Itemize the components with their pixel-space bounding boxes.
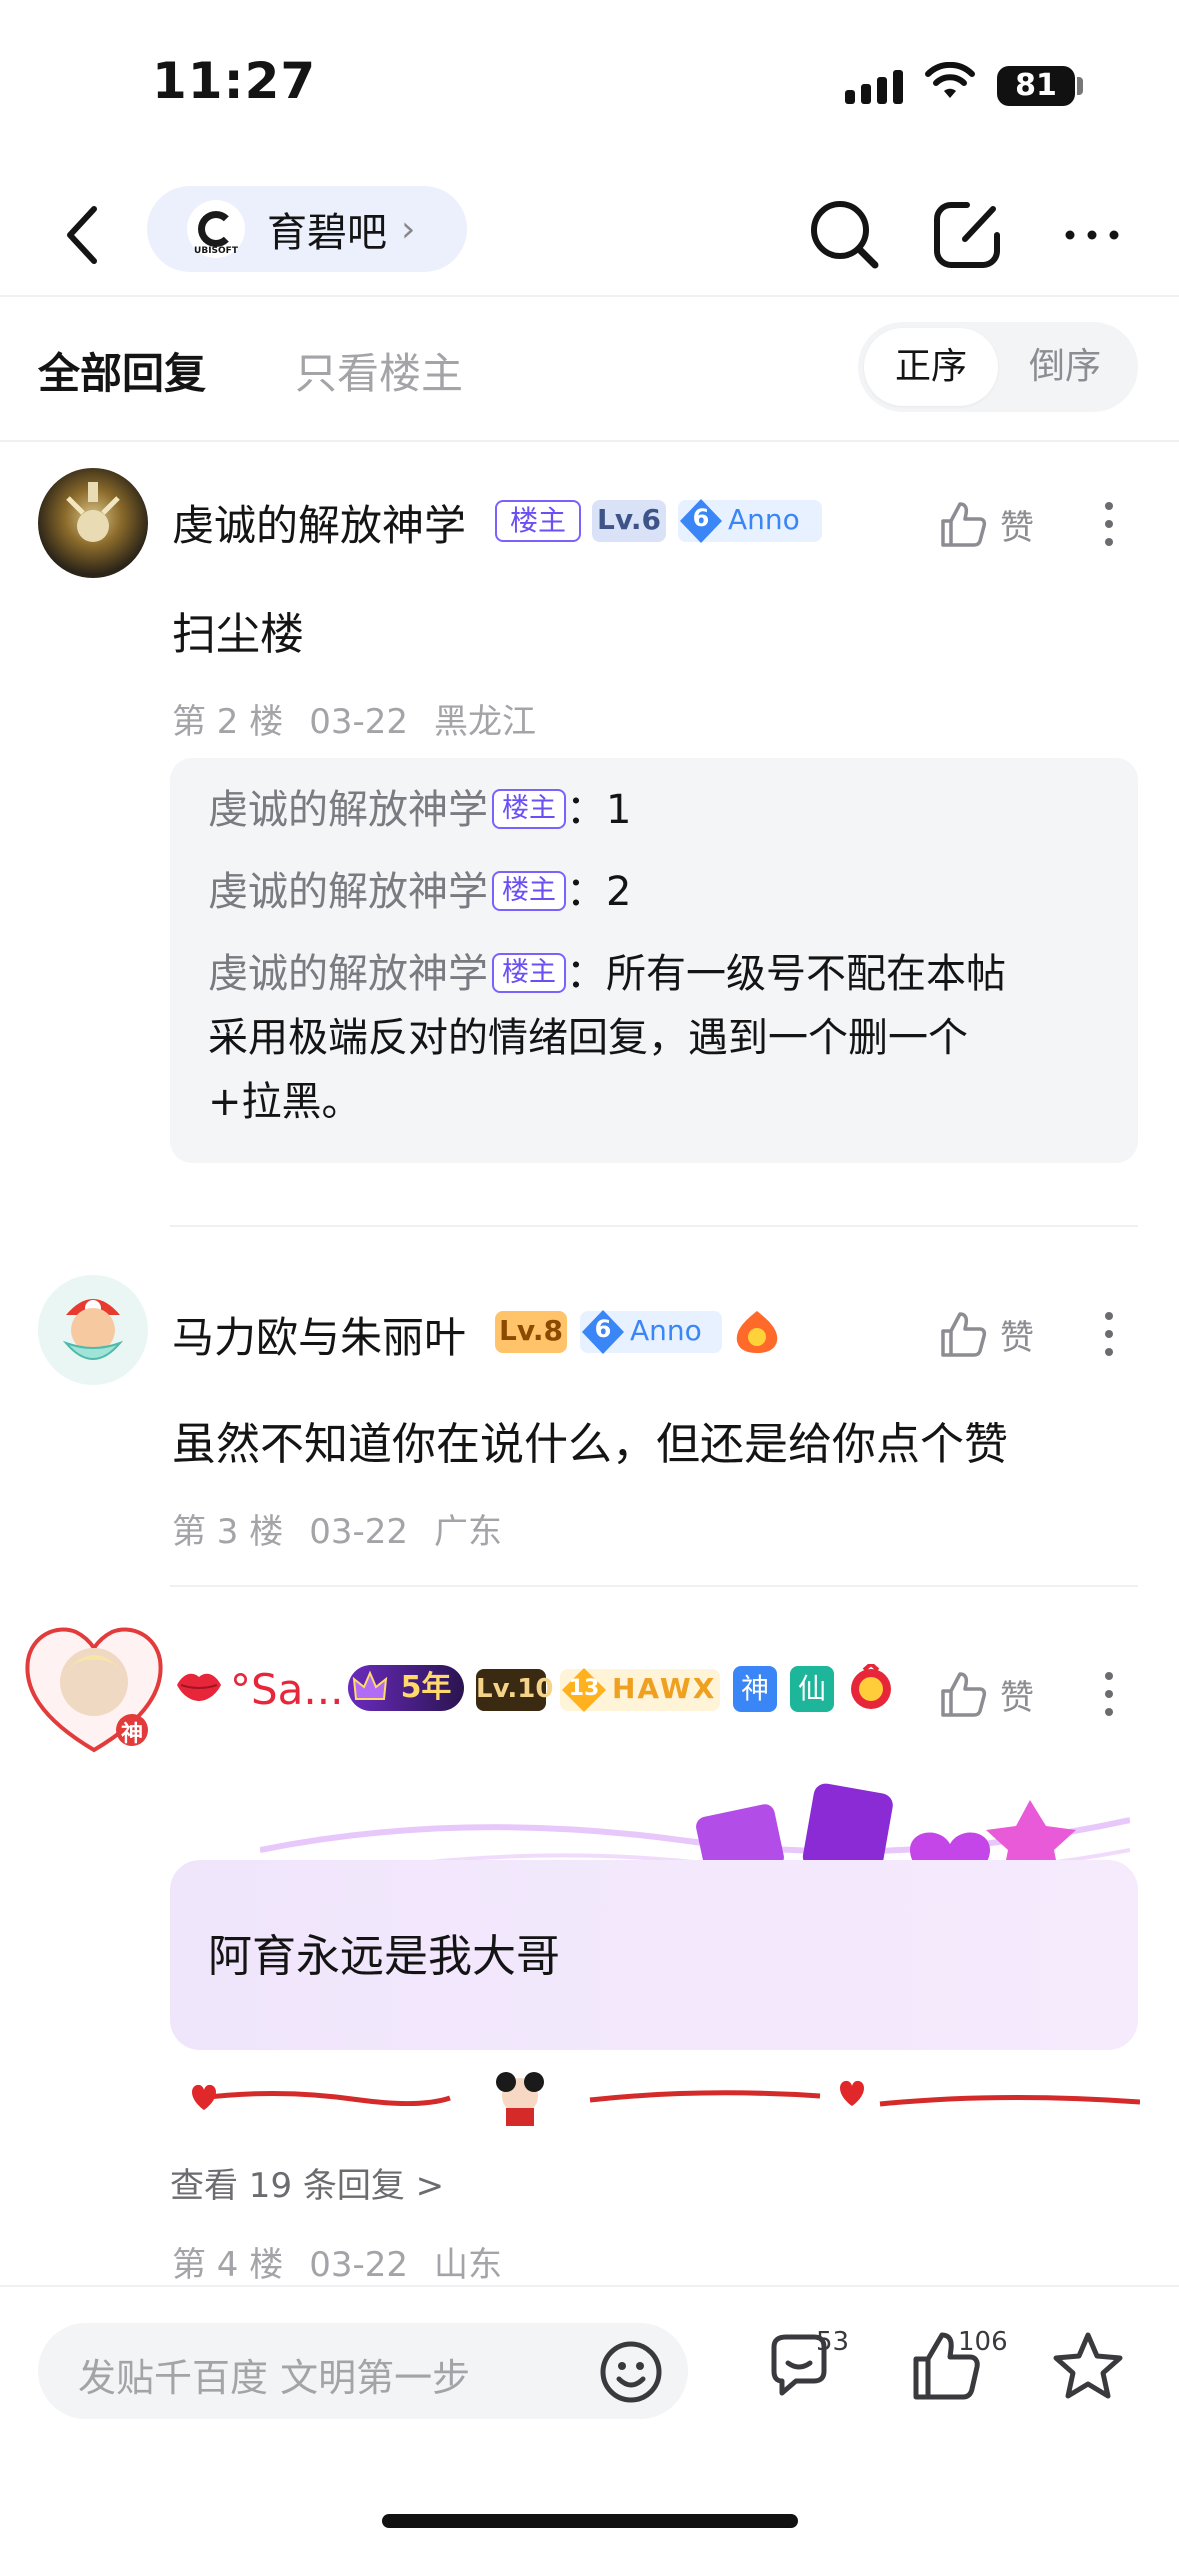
floor-number: 第 3 楼 xyxy=(172,1512,284,1552)
chevron-left-icon xyxy=(67,206,97,264)
forum-chip[interactable]: UBISOFT 育碧吧 › xyxy=(147,186,467,272)
thumbs-up-icon xyxy=(941,1672,987,1717)
post-divider xyxy=(170,1225,1138,1227)
comment-input-placeholder: 发贴千百度 文明第一步 xyxy=(78,2356,471,2400)
like-button[interactable]: 赞 xyxy=(938,1304,1058,1364)
username[interactable]: 马力欧与朱丽叶 xyxy=(172,1304,466,1365)
ubisoft-logo: UBISOFT xyxy=(187,200,245,258)
more-horizontal-icon xyxy=(1065,230,1119,240)
like-button[interactable]: 赞 xyxy=(938,1664,1058,1724)
post-more-button[interactable] xyxy=(1094,494,1124,554)
lucky-badge-icon xyxy=(851,1664,891,1709)
tabs-divider xyxy=(0,440,1179,442)
game-badge: 13 HAWX xyxy=(560,1668,720,1712)
post-date: 03-22 xyxy=(309,1512,409,1552)
host-badge: 楼主 xyxy=(492,871,566,911)
thumbs-up-icon xyxy=(941,502,987,547)
status-time: 11:27 xyxy=(152,52,317,110)
post-more-button[interactable] xyxy=(1094,1664,1124,1724)
avatar[interactable] xyxy=(38,1275,148,1385)
reply-tabs: 全部回复 只看楼主 正序 倒序 xyxy=(0,300,1179,440)
host-badge: 楼主 xyxy=(492,789,566,829)
heart-ribbon-icon xyxy=(192,2072,1140,2126)
back-button[interactable] xyxy=(52,190,112,280)
home-indicator[interactable] xyxy=(382,2514,798,2528)
sub-reply: 虔诚的解放神学 楼主 ：所有一级号不配在本帖 xyxy=(208,951,1006,997)
sub-reply-continued: 采用极端反对的情绪回复，遇到一个删一个 xyxy=(208,1015,968,1061)
sub-reply: 虔诚的解放神学 楼主 ：2 xyxy=(208,869,632,915)
post-content: 阿育永远是我大哥 xyxy=(208,1931,560,1982)
flame-badge-icon xyxy=(736,1311,778,1353)
avatar-image xyxy=(66,482,120,542)
post-divider xyxy=(170,1585,1138,1587)
post-location: 黑龙江 xyxy=(434,702,537,742)
more-options-button[interactable] xyxy=(1052,190,1132,280)
sub-reply-continued: +拉黑。 xyxy=(208,1079,362,1125)
username[interactable]: °Sa... xyxy=(230,1665,343,1714)
title-badge-xian: 仙 xyxy=(790,1666,834,1712)
nav-divider xyxy=(0,295,1179,297)
emoji-icon[interactable] xyxy=(598,2339,664,2405)
sort-toggle: 正序 倒序 xyxy=(858,322,1138,412)
title-badge-shen: 神 xyxy=(733,1666,777,1712)
game-badge: 6 Anno xyxy=(580,1310,722,1354)
post-location: 广东 xyxy=(434,1512,503,1552)
avatar-image xyxy=(62,1299,124,1360)
crown-icon xyxy=(352,1670,388,1700)
lips-icon xyxy=(177,1673,221,1701)
wifi-icon xyxy=(925,62,975,98)
host-badge: 楼主 xyxy=(495,500,581,542)
level-badge: Lv.6 xyxy=(592,500,666,542)
edit-icon xyxy=(934,202,1000,268)
level-badge: Lv.10 xyxy=(476,1669,553,1711)
cellular-signal-icon xyxy=(845,70,903,104)
avatar[interactable] xyxy=(38,468,148,578)
tab-only-op[interactable]: 只看楼主 xyxy=(295,340,463,401)
post-meta: 第 3 楼 03-22 广东 xyxy=(172,1504,528,1553)
thumbs-up-icon xyxy=(941,1312,987,1357)
comment-count: 53 xyxy=(816,2327,850,2357)
star-icon[interactable] xyxy=(1048,2327,1128,2407)
game-badge: 6 Anno xyxy=(678,499,822,543)
post-date: 03-22 xyxy=(309,2245,409,2285)
post-date: 03-22 xyxy=(309,702,409,742)
like-button[interactable]: 赞 xyxy=(938,494,1058,554)
post-content: 扫尘楼 xyxy=(172,609,304,660)
avatar-frame[interactable]: 神 xyxy=(20,1618,168,1758)
view-replies-link[interactable]: 查看 19 条回复 > xyxy=(170,2158,444,2207)
sub-reply: 虔诚的解放神学 楼主 ：1 xyxy=(208,787,632,833)
floor-number: 第 4 楼 xyxy=(172,2245,284,2285)
post-meta: 第 2 楼 03-22 黑龙江 xyxy=(172,694,562,743)
sort-asc-button[interactable]: 正序 xyxy=(864,328,998,406)
post-content: 虽然不知道你在说什么，但还是给你点个赞 xyxy=(172,1419,1008,1470)
comment-input[interactable]: 发贴千百度 文明第一步 xyxy=(38,2323,688,2419)
post-location: 山东 xyxy=(434,2245,503,2285)
sort-desc-button[interactable]: 倒序 xyxy=(998,328,1132,406)
search-icon xyxy=(811,201,879,269)
like-count: 106 xyxy=(958,2327,1008,2357)
battery-nub xyxy=(1077,77,1083,95)
username[interactable]: 虔诚的解放神学 xyxy=(172,492,466,553)
nav-bar: UBISOFT 育碧吧 › xyxy=(0,180,1179,295)
battery-icon: 81 xyxy=(997,66,1075,106)
status-bar: 11:27 81 xyxy=(0,0,1179,150)
years-badge: 5年 xyxy=(348,1665,464,1711)
edit-post-button[interactable] xyxy=(922,190,1012,280)
sub-replies-panel[interactable]: 虔诚的解放神学 楼主 ：1 虔诚的解放神学 楼主 ：2 虔诚的解放神学 楼主 ：所有一级号不… xyxy=(170,758,1138,1163)
level-badge: Lv.8 xyxy=(495,1311,567,1353)
host-badge: 楼主 xyxy=(492,953,566,993)
forum-name: 育碧吧 xyxy=(267,210,387,256)
reply-bubble: 阿育永远是我大哥 xyxy=(170,1860,1138,2050)
tab-all-replies[interactable]: 全部回复 xyxy=(38,340,206,401)
search-button[interactable] xyxy=(800,190,890,280)
chevron-right-icon: › xyxy=(401,208,416,250)
post-meta: 第 4 楼 03-22 山东 xyxy=(172,2237,528,2286)
avatar-badge: 神 xyxy=(120,1722,143,1747)
floor-number: 第 2 楼 xyxy=(172,702,284,742)
post-more-button[interactable] xyxy=(1094,1304,1124,1364)
